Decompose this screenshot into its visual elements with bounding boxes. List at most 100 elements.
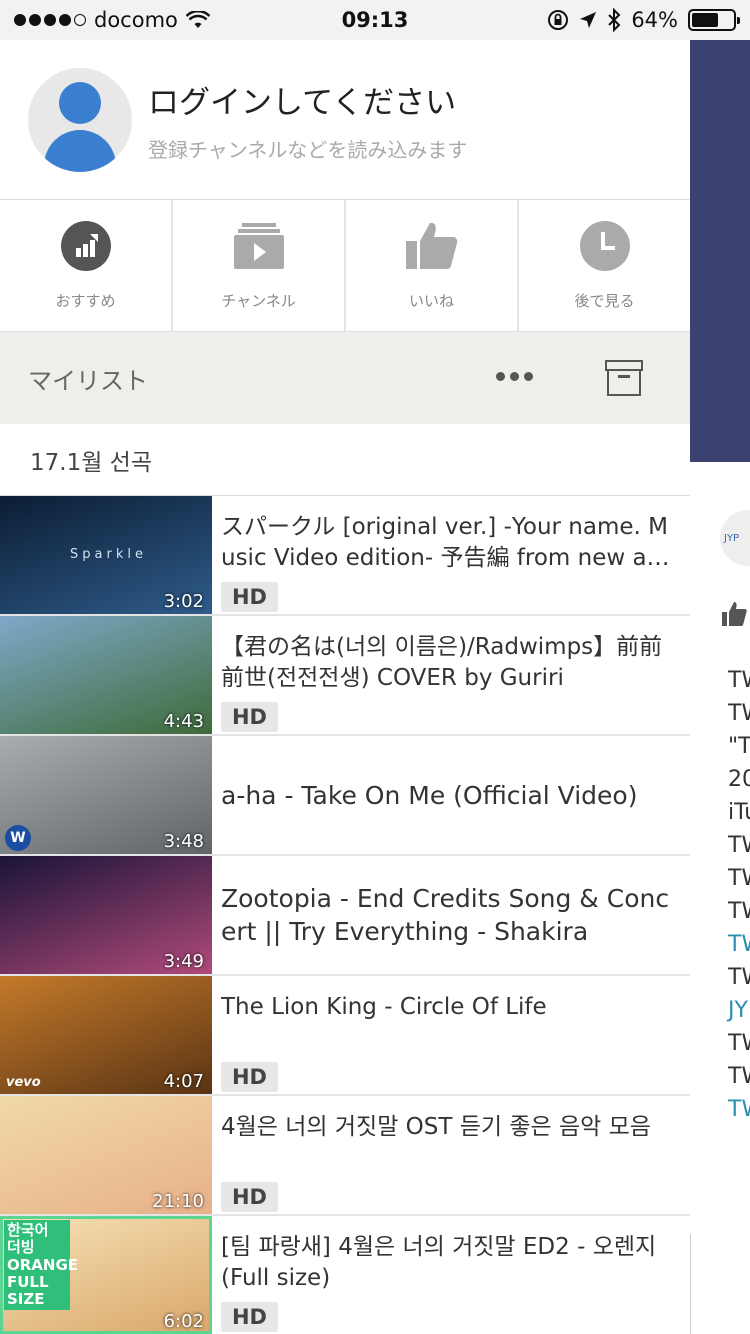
video-thumbnail[interactable]: vevo 4:07 [0,976,212,1094]
background-line: TW [728,932,750,957]
video-duration: 3:48 [163,831,204,852]
thumbnail-badge: 한국어 더빙 ORANGE FULL SIZE [4,1220,78,1311]
location-icon [580,12,597,28]
background-line: TW [728,1064,750,1089]
login-text: ログインしてください 登録チャンネルなどを読み込みます [148,77,467,163]
video-title[interactable]: [팀 파랑새] 4월은 너의 거짓말 ED2 - 오렌지 (Full size) [221,1232,682,1294]
like-icon [405,220,458,272]
playlist-name: 17.1월 선곡 [30,449,153,476]
background-line: TW [728,1031,750,1056]
hd-badge: HD [221,1182,278,1212]
status-left: docomo [14,8,210,32]
video-duration: 4:07 [163,1071,204,1092]
video-thumbnail[interactable]: Sparkle 3:02 [0,496,212,614]
background-line: iTu [728,800,750,825]
video-row[interactable]: Sparkle 3:02 スパークル [original ver.] -Your n… [0,496,690,616]
more-icon[interactable] [496,372,533,381]
background-line: TW [728,866,750,891]
background-line: TW [728,899,750,924]
side-drawer: ログインしてください 登録チャンネルなどを読み込みます おすすめ チャンネル い… [0,40,690,1334]
nav-like[interactable]: いいね [346,200,519,331]
login-title: ログインしてください [148,84,457,121]
background-line: TW [728,701,750,726]
video-duration: 3:49 [163,951,204,972]
video-thumbnail[interactable]: W 3:48 [0,736,212,854]
video-info: 【君の名は(너의 이름은)/Radwimps】前前前世(전전전생) COVER … [212,616,690,734]
thumbnail-text: vevo [6,1075,41,1090]
nav-label: いいね [408,292,454,310]
background-line: TW [728,833,750,858]
carrier-name: docomo [94,8,178,32]
status-right: 64% [547,8,740,32]
background-line: JY [728,998,748,1023]
hd-badge: HD [221,702,278,732]
background-description: TW TW "T 20 iTu TW TW TW TW TW JY TW TW TW [728,670,750,1132]
video-thumbnail[interactable]: 한국어 더빙 ORANGE FULL SIZE 6:02 [0,1216,212,1334]
recommend-icon [60,220,112,272]
quick-nav: おすすめ チャンネル いいね 後で見る [0,200,690,332]
background-line: TW [728,668,750,693]
video-row[interactable]: 4:43 【君の名は(너의 이름은)/Radwimps】前前前世(전전전생) CO… [0,616,690,736]
battery-icon [688,9,740,31]
video-title[interactable]: 【君の名は(너의 이름은)/Radwimps】前前前世(전전전생) COVER … [221,632,682,694]
hd-badge: HD [221,1302,278,1332]
watch-later-icon [579,220,631,272]
video-info: スパークル [original ver.] -Your name. Music … [212,496,690,614]
video-title[interactable]: The Lion King - Circle Of Life [221,992,682,1023]
hd-badge: HD [221,582,278,612]
video-info: a-ha - Take On Me (Official Video) [212,736,690,854]
video-title[interactable]: スパークル [original ver.] -Your name. Music … [221,512,682,574]
video-row[interactable]: 한국어 더빙 ORANGE FULL SIZE 6:02 [팀 파랑새] 4월은 너… [0,1216,690,1334]
login-prompt[interactable]: ログインしてください 登録チャンネルなどを読み込みます [0,40,690,200]
background-line: 20 [728,767,750,792]
like-icon [720,600,748,635]
video-thumbnail[interactable]: 4:43 [0,616,212,734]
nav-channel[interactable]: チャンネル [173,200,346,331]
video-row[interactable]: vevo 4:07 The Lion King - Circle Of Life HD [0,976,690,1096]
hd-badge: HD [221,1062,278,1092]
signal-icon [14,14,86,26]
playlist-header[interactable]: 17.1월 선곡 [0,424,690,496]
channel-icon [233,220,285,272]
label-badge: W [5,825,31,851]
video-row[interactable]: W 3:48 a-ha - Take On Me (Official Video) [0,736,690,856]
video-thumbnail[interactable]: 21:10 [0,1096,212,1214]
nav-label: 後で見る [574,292,635,310]
archive-icon[interactable] [605,360,643,396]
background-app[interactable]: JYP TW TW "T 20 iTu TW TW TW TW TW JY TW TW TW [690,40,750,1334]
channel-logo: JYP [720,510,750,566]
background-line: TW [728,965,750,990]
wifi-icon [185,11,210,28]
battery-level [692,13,718,27]
video-title[interactable]: a-ha - Take On Me (Official Video) [221,779,682,812]
avatar[interactable] [28,67,132,172]
video-duration: 21:10 [152,1191,204,1212]
mylist-title: マイリスト [28,366,148,395]
video-duration: 6:02 [163,1311,204,1332]
video-row[interactable]: 3:49 Zootopia - End Credits Song & Concer… [0,856,690,976]
nav-label: おすすめ [55,292,116,310]
video-info: Zootopia - End Credits Song & Concert ||… [212,856,690,974]
bluetooth-icon [608,8,621,32]
video-title[interactable]: 4월은 너의 거짓말 OST 듣기 좋은 음악 모음 [221,1112,682,1143]
orientation-lock-icon [548,10,569,30]
background-line: "T [728,734,750,759]
video-info: 4월은 너의 거짓말 OST 듣기 좋은 음악 모음 HD [212,1096,690,1214]
nav-label: チャンネル [221,292,296,310]
nav-watch-later[interactable]: 後で見る [519,200,690,331]
background-line: TW [728,1097,750,1122]
background-video-player[interactable] [690,40,750,462]
video-row[interactable]: 21:10 4월은 너의 거짓말 OST 듣기 좋은 음악 모음 HD [0,1096,690,1216]
video-thumbnail[interactable]: 3:49 [0,856,212,974]
thumbnail-text: Sparkle [70,547,147,562]
background-footer [690,1234,750,1334]
video-info: The Lion King - Circle Of Life HD [212,976,690,1094]
status-bar: docomo 09:13 64% [0,0,750,40]
nav-recommend[interactable]: おすすめ [0,200,173,331]
video-duration: 3:02 [163,591,204,612]
battery-percent: 64% [631,8,678,32]
video-title[interactable]: Zootopia - End Credits Song & Concert ||… [221,882,682,948]
login-subtitle: 登録チャンネルなどを読み込みます [148,137,468,162]
video-duration: 4:43 [163,711,204,732]
mylist-header: マイリスト [0,332,690,424]
